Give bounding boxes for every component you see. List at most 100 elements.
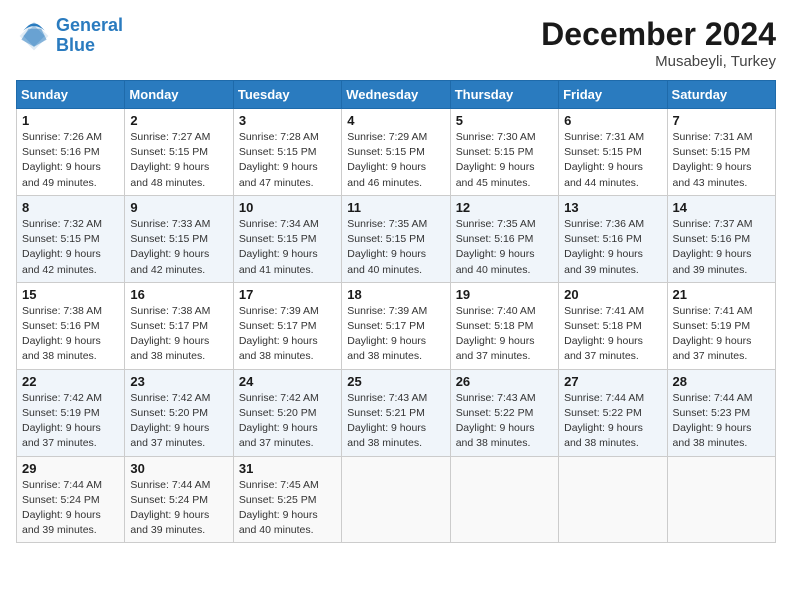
day-info: Sunrise: 7:33 AMSunset: 5:15 PMDaylight:…	[130, 217, 227, 278]
calendar-cell: 31 Sunrise: 7:45 AMSunset: 5:25 PMDaylig…	[233, 456, 341, 543]
calendar-cell: 24 Sunrise: 7:42 AMSunset: 5:20 PMDaylig…	[233, 369, 341, 456]
day-info: Sunrise: 7:41 AMSunset: 5:18 PMDaylight:…	[564, 304, 661, 365]
day-info: Sunrise: 7:43 AMSunset: 5:22 PMDaylight:…	[456, 391, 553, 452]
calendar-cell: 2 Sunrise: 7:27 AMSunset: 5:15 PMDayligh…	[125, 109, 233, 196]
weekday-header-friday: Friday	[559, 81, 667, 109]
day-number: 14	[673, 200, 770, 215]
calendar-cell: 21 Sunrise: 7:41 AMSunset: 5:19 PMDaylig…	[667, 282, 775, 369]
month-title: December 2024	[541, 16, 776, 53]
location-title: Musabeyli, Turkey	[541, 53, 776, 70]
calendar-week-row: 22 Sunrise: 7:42 AMSunset: 5:19 PMDaylig…	[17, 369, 776, 456]
day-info: Sunrise: 7:44 AMSunset: 5:23 PMDaylight:…	[673, 391, 770, 452]
day-info: Sunrise: 7:36 AMSunset: 5:16 PMDaylight:…	[564, 217, 661, 278]
logo-line2: Blue	[56, 35, 95, 55]
calendar-cell	[450, 456, 558, 543]
calendar-cell: 7 Sunrise: 7:31 AMSunset: 5:15 PMDayligh…	[667, 109, 775, 196]
calendar-cell: 6 Sunrise: 7:31 AMSunset: 5:15 PMDayligh…	[559, 109, 667, 196]
day-info: Sunrise: 7:35 AMSunset: 5:15 PMDaylight:…	[347, 217, 444, 278]
day-info: Sunrise: 7:29 AMSunset: 5:15 PMDaylight:…	[347, 130, 444, 191]
day-info: Sunrise: 7:26 AMSunset: 5:16 PMDaylight:…	[22, 130, 119, 191]
day-number: 6	[564, 113, 661, 128]
day-number: 16	[130, 287, 227, 302]
calendar-cell: 13 Sunrise: 7:36 AMSunset: 5:16 PMDaylig…	[559, 195, 667, 282]
day-number: 22	[22, 374, 119, 389]
day-number: 9	[130, 200, 227, 215]
day-number: 20	[564, 287, 661, 302]
day-info: Sunrise: 7:38 AMSunset: 5:17 PMDaylight:…	[130, 304, 227, 365]
day-info: Sunrise: 7:28 AMSunset: 5:15 PMDaylight:…	[239, 130, 336, 191]
calendar-week-row: 1 Sunrise: 7:26 AMSunset: 5:16 PMDayligh…	[17, 109, 776, 196]
weekday-header-wednesday: Wednesday	[342, 81, 450, 109]
calendar-cell: 28 Sunrise: 7:44 AMSunset: 5:23 PMDaylig…	[667, 369, 775, 456]
day-info: Sunrise: 7:37 AMSunset: 5:16 PMDaylight:…	[673, 217, 770, 278]
day-number: 29	[22, 461, 119, 476]
day-number: 19	[456, 287, 553, 302]
day-number: 31	[239, 461, 336, 476]
weekday-header-thursday: Thursday	[450, 81, 558, 109]
calendar-cell: 22 Sunrise: 7:42 AMSunset: 5:19 PMDaylig…	[17, 369, 125, 456]
day-info: Sunrise: 7:44 AMSunset: 5:24 PMDaylight:…	[22, 478, 119, 539]
calendar-header-row: SundayMondayTuesdayWednesdayThursdayFrid…	[17, 81, 776, 109]
day-info: Sunrise: 7:38 AMSunset: 5:16 PMDaylight:…	[22, 304, 119, 365]
day-info: Sunrise: 7:39 AMSunset: 5:17 PMDaylight:…	[347, 304, 444, 365]
day-number: 5	[456, 113, 553, 128]
weekday-header-tuesday: Tuesday	[233, 81, 341, 109]
day-info: Sunrise: 7:41 AMSunset: 5:19 PMDaylight:…	[673, 304, 770, 365]
calendar-cell: 1 Sunrise: 7:26 AMSunset: 5:16 PMDayligh…	[17, 109, 125, 196]
weekday-header-monday: Monday	[125, 81, 233, 109]
calendar-cell: 4 Sunrise: 7:29 AMSunset: 5:15 PMDayligh…	[342, 109, 450, 196]
day-number: 25	[347, 374, 444, 389]
logo-line1: General	[56, 15, 123, 35]
day-number: 27	[564, 374, 661, 389]
calendar-cell	[667, 456, 775, 543]
calendar-cell: 19 Sunrise: 7:40 AMSunset: 5:18 PMDaylig…	[450, 282, 558, 369]
day-info: Sunrise: 7:27 AMSunset: 5:15 PMDaylight:…	[130, 130, 227, 191]
day-info: Sunrise: 7:44 AMSunset: 5:22 PMDaylight:…	[564, 391, 661, 452]
page-header: General Blue December 2024 Musabeyli, Tu…	[16, 16, 776, 70]
calendar-cell: 14 Sunrise: 7:37 AMSunset: 5:16 PMDaylig…	[667, 195, 775, 282]
calendar-body: 1 Sunrise: 7:26 AMSunset: 5:16 PMDayligh…	[17, 109, 776, 543]
calendar-cell: 26 Sunrise: 7:43 AMSunset: 5:22 PMDaylig…	[450, 369, 558, 456]
day-number: 15	[22, 287, 119, 302]
day-number: 30	[130, 461, 227, 476]
calendar-week-row: 15 Sunrise: 7:38 AMSunset: 5:16 PMDaylig…	[17, 282, 776, 369]
calendar-cell: 27 Sunrise: 7:44 AMSunset: 5:22 PMDaylig…	[559, 369, 667, 456]
calendar-cell: 29 Sunrise: 7:44 AMSunset: 5:24 PMDaylig…	[17, 456, 125, 543]
day-info: Sunrise: 7:42 AMSunset: 5:20 PMDaylight:…	[130, 391, 227, 452]
day-number: 18	[347, 287, 444, 302]
day-info: Sunrise: 7:42 AMSunset: 5:19 PMDaylight:…	[22, 391, 119, 452]
day-info: Sunrise: 7:43 AMSunset: 5:21 PMDaylight:…	[347, 391, 444, 452]
day-info: Sunrise: 7:44 AMSunset: 5:24 PMDaylight:…	[130, 478, 227, 539]
calendar-cell: 17 Sunrise: 7:39 AMSunset: 5:17 PMDaylig…	[233, 282, 341, 369]
day-number: 12	[456, 200, 553, 215]
calendar-table: SundayMondayTuesdayWednesdayThursdayFrid…	[16, 80, 776, 543]
day-number: 26	[456, 374, 553, 389]
calendar-week-row: 8 Sunrise: 7:32 AMSunset: 5:15 PMDayligh…	[17, 195, 776, 282]
day-number: 23	[130, 374, 227, 389]
logo-icon	[16, 18, 52, 54]
day-number: 8	[22, 200, 119, 215]
day-info: Sunrise: 7:42 AMSunset: 5:20 PMDaylight:…	[239, 391, 336, 452]
calendar-cell	[342, 456, 450, 543]
calendar-cell: 15 Sunrise: 7:38 AMSunset: 5:16 PMDaylig…	[17, 282, 125, 369]
calendar-cell: 30 Sunrise: 7:44 AMSunset: 5:24 PMDaylig…	[125, 456, 233, 543]
day-number: 1	[22, 113, 119, 128]
day-number: 10	[239, 200, 336, 215]
day-info: Sunrise: 7:35 AMSunset: 5:16 PMDaylight:…	[456, 217, 553, 278]
calendar-cell: 16 Sunrise: 7:38 AMSunset: 5:17 PMDaylig…	[125, 282, 233, 369]
calendar-week-row: 29 Sunrise: 7:44 AMSunset: 5:24 PMDaylig…	[17, 456, 776, 543]
calendar-cell: 8 Sunrise: 7:32 AMSunset: 5:15 PMDayligh…	[17, 195, 125, 282]
day-number: 2	[130, 113, 227, 128]
calendar-cell: 18 Sunrise: 7:39 AMSunset: 5:17 PMDaylig…	[342, 282, 450, 369]
day-info: Sunrise: 7:32 AMSunset: 5:15 PMDaylight:…	[22, 217, 119, 278]
day-number: 13	[564, 200, 661, 215]
calendar-cell: 9 Sunrise: 7:33 AMSunset: 5:15 PMDayligh…	[125, 195, 233, 282]
day-number: 28	[673, 374, 770, 389]
day-info: Sunrise: 7:31 AMSunset: 5:15 PMDaylight:…	[564, 130, 661, 191]
day-info: Sunrise: 7:34 AMSunset: 5:15 PMDaylight:…	[239, 217, 336, 278]
calendar-cell: 10 Sunrise: 7:34 AMSunset: 5:15 PMDaylig…	[233, 195, 341, 282]
calendar-cell: 23 Sunrise: 7:42 AMSunset: 5:20 PMDaylig…	[125, 369, 233, 456]
day-number: 4	[347, 113, 444, 128]
logo: General Blue	[16, 16, 123, 56]
title-block: December 2024 Musabeyli, Turkey	[541, 16, 776, 70]
